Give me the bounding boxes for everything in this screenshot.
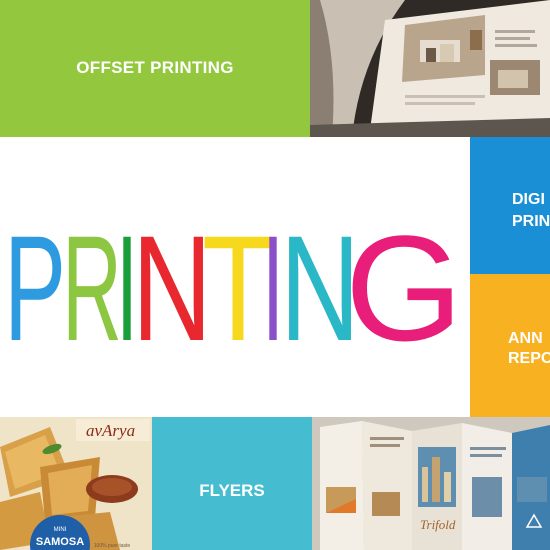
- samosa-photo: avArya MINI SAMOSA 100% pure taste: [0, 417, 152, 550]
- annual-reports-tile[interactable]: ANN REPO: [470, 274, 550, 417]
- samosa-brand: avArya: [86, 421, 135, 440]
- headline-letter-p: P: [4, 204, 66, 372]
- offset-printing-label: OFFSET PRINTING: [76, 58, 234, 77]
- flyers-label: FLYERS: [199, 481, 265, 500]
- flyers-tile[interactable]: FLYERS: [152, 417, 312, 550]
- printing-headline: P R I N T I N G: [4, 204, 463, 372]
- offset-printing-tile[interactable]: OFFSET PRINTING: [0, 0, 310, 137]
- samosa-footnote: 100% pure taste: [94, 543, 131, 549]
- annual-reports-label: ANN REPO: [508, 329, 550, 369]
- samosa-badge-top: MINI: [54, 527, 67, 533]
- annual-label-line1: ANN: [508, 330, 543, 347]
- digital-printing-tile[interactable]: DIGI PRINT: [470, 137, 550, 274]
- brochure-photo: Trifold: [312, 417, 550, 550]
- digital-printing-label: DIGI PRINT: [512, 189, 550, 233]
- samosa-badge-main: SAMOSA: [36, 536, 84, 548]
- brochure-panel-text: Trifold: [420, 517, 456, 532]
- printing-headline-panel: P R I N T I N G: [0, 137, 470, 417]
- digital-label-line2: PRINT: [512, 213, 550, 230]
- headline-letter-n: N: [132, 204, 212, 372]
- headline-letter-g: G: [345, 204, 463, 372]
- magazine-photo: [310, 0, 550, 137]
- headline-letter-r: R: [62, 204, 122, 372]
- digital-label-line1: DIGI: [512, 191, 545, 208]
- annual-label-line2: REPO: [508, 350, 550, 367]
